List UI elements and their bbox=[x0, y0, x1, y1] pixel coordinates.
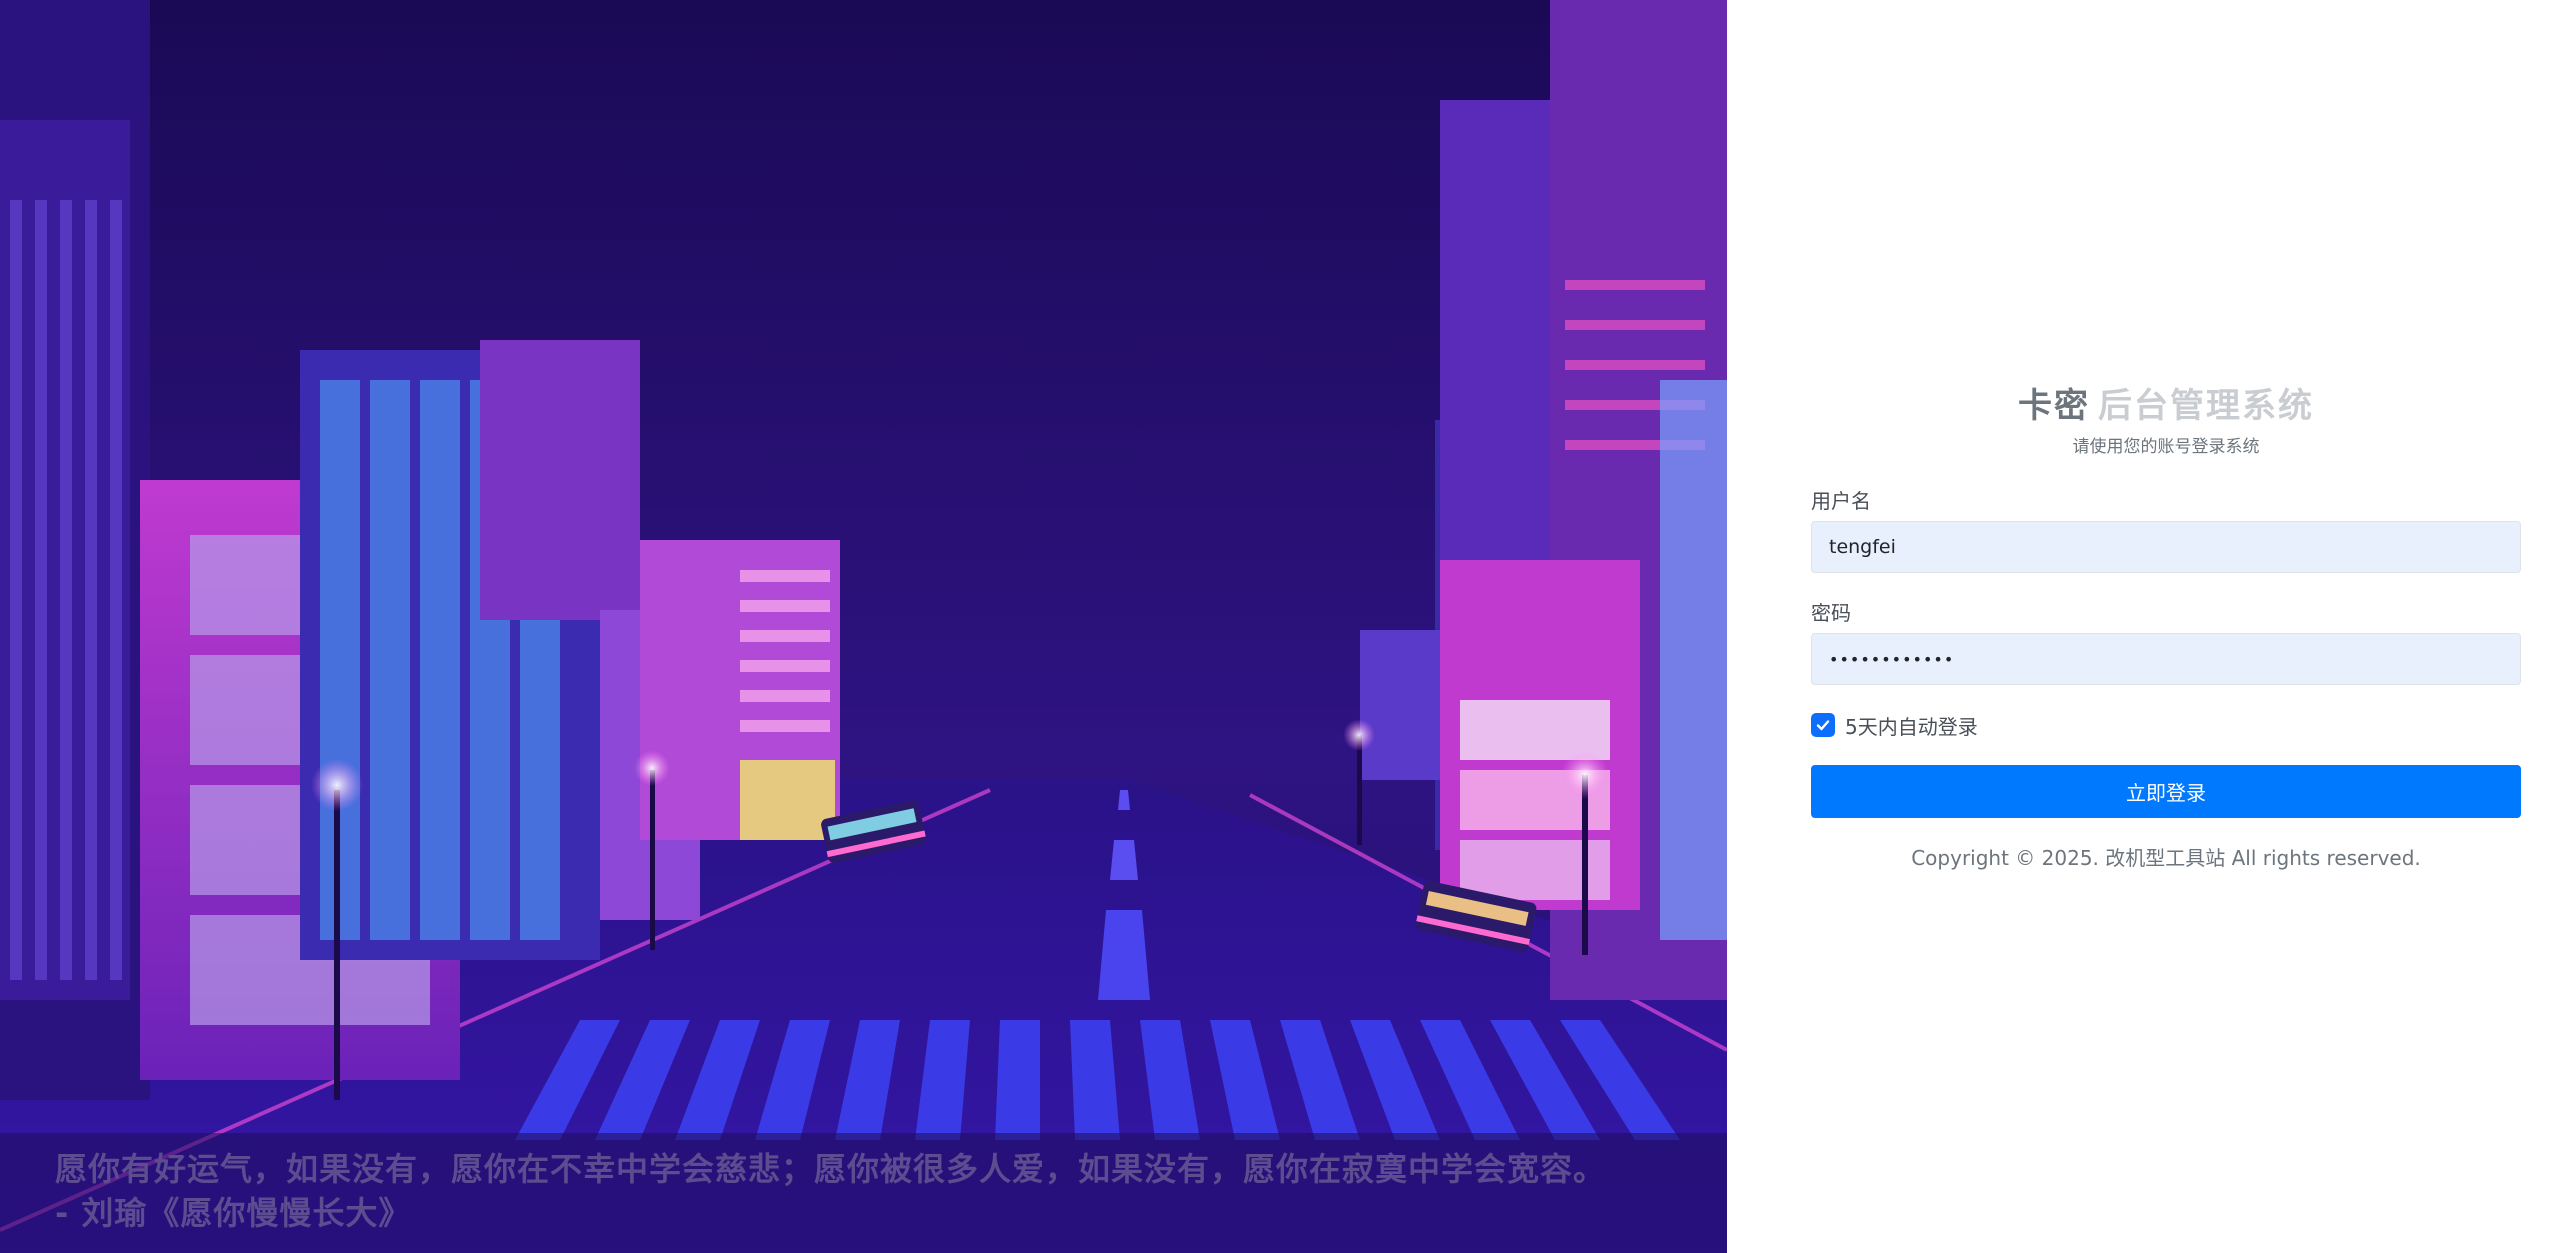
quote-text: 愿你有好运气，如果没有，愿你在不幸中学会慈悲；愿你被很多人爱，如果没有，愿你在寂… bbox=[55, 1150, 1607, 1232]
password-input[interactable] bbox=[1811, 633, 2521, 685]
username-label: 用户名 bbox=[1811, 489, 1871, 513]
page: 愿你有好运气，如果没有，愿你在不幸中学会慈悲；愿你被很多人爱，如果没有，愿你在寂… bbox=[0, 0, 2560, 1253]
login-button[interactable]: 立即登录 bbox=[1811, 765, 2521, 818]
quote-banner: 愿你有好运气，如果没有，愿你在不幸中学会慈悲；愿你被很多人爱，如果没有，愿你在寂… bbox=[0, 1133, 1727, 1253]
remember-me-label[interactable]: 5天内自动登录 bbox=[1845, 711, 1978, 740]
username-input[interactable] bbox=[1811, 521, 2521, 573]
login-form: 卡密后台管理系统 请使用您的账号登录系统 用户名 密码 5天内自动登录 立即登录 bbox=[1811, 383, 2521, 872]
login-title: 卡密 后台管理系统 bbox=[1811, 383, 2521, 429]
remember-me-checkbox[interactable] bbox=[1811, 713, 1835, 737]
copyright-text: Copyright © 2025. 改机型工具站 All rights rese… bbox=[1911, 846, 2421, 870]
city-night-illustration bbox=[0, 0, 1727, 1253]
login-subtitle: 请使用您的账号登录系统 bbox=[2072, 437, 2260, 457]
login-panel: 卡密后台管理系统 请使用您的账号登录系统 用户名 密码 5天内自动登录 立即登录 bbox=[1727, 0, 2560, 1253]
remember-me-row: 5天内自动登录 bbox=[1811, 711, 2521, 739]
title-sub: 后台管理系统 bbox=[2098, 386, 2314, 426]
title-main: 卡密 bbox=[2018, 386, 2090, 426]
check-icon bbox=[1816, 720, 1830, 731]
username-field-group: 用户名 bbox=[1811, 487, 2521, 573]
password-label: 密码 bbox=[1811, 601, 1851, 625]
hero-illustration: 愿你有好运气，如果没有，愿你在不幸中学会慈悲；愿你被很多人爱，如果没有，愿你在寂… bbox=[0, 0, 1727, 1253]
password-field-group: 密码 bbox=[1811, 599, 2521, 685]
